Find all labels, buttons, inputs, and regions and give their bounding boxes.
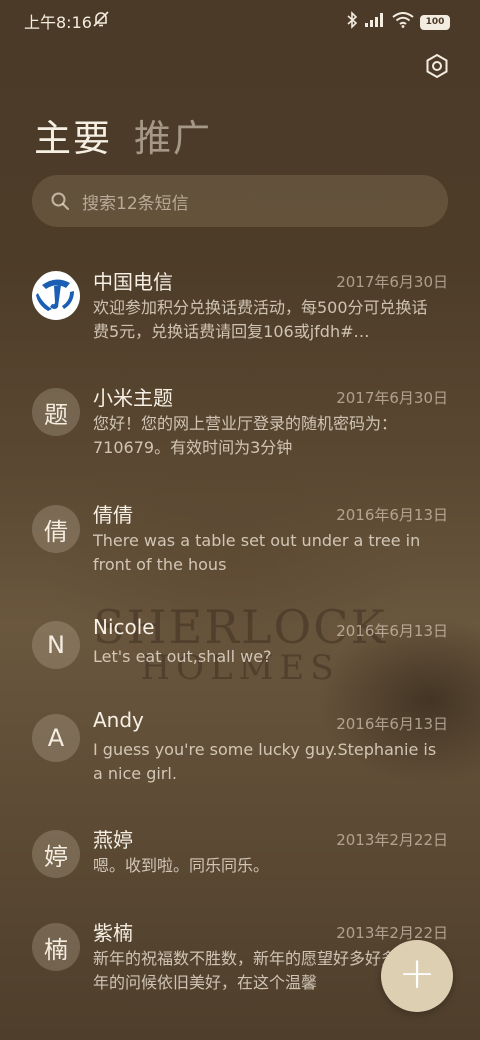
- message-date: 2016年6月13日: [336, 622, 448, 640]
- wifi-icon: [392, 12, 414, 32]
- message-snippet: 嗯。收到啦。同乐同乐。: [93, 856, 270, 875]
- gear-icon: [424, 53, 450, 83]
- contact-name: 小米主题: [93, 386, 173, 410]
- battery-icon: 100: [420, 14, 450, 30]
- contact-name: Andy: [93, 708, 144, 732]
- status-bar: 上午8:16 100: [0, 0, 480, 40]
- avatar: 婷: [32, 830, 80, 878]
- message-date: 2013年2月22日: [336, 831, 448, 849]
- message-snippet: I guess you're some lucky guy.Stephanie …: [93, 740, 437, 783]
- avatar: A: [32, 714, 80, 762]
- new-message-button[interactable]: +: [381, 940, 453, 1012]
- search-icon: [50, 191, 70, 211]
- avatar: [32, 269, 80, 323]
- china-telecom-logo-icon: [32, 269, 80, 323]
- contact-name: 燕婷: [93, 828, 133, 852]
- contact-name: 紫楠: [93, 921, 133, 945]
- message-date: 2017年6月30日: [336, 389, 448, 407]
- avatar: 题: [32, 388, 80, 436]
- plus-icon: +: [398, 948, 436, 999]
- folder-tabs: 主要 推广: [34, 108, 212, 162]
- signal-icon: [364, 12, 386, 32]
- message-date: 2016年6月13日: [336, 715, 448, 733]
- avatar: 倩: [32, 505, 80, 553]
- contact-name: 倩倩: [93, 503, 133, 527]
- tab-primary[interactable]: 主要: [34, 108, 112, 162]
- contact-name: 中国电信: [93, 270, 173, 294]
- contact-name: Nicole: [93, 615, 155, 639]
- avatar: N: [32, 621, 80, 669]
- message-snippet: Let's eat out,shall we?: [93, 647, 272, 666]
- do-not-disturb-icon: [92, 10, 110, 32]
- settings-button[interactable]: [421, 52, 453, 84]
- message-snippet: There was a table set out under a tree i…: [93, 531, 421, 574]
- tab-promotions[interactable]: 推广: [134, 108, 212, 162]
- search-placeholder: 搜索12条短信: [82, 193, 189, 214]
- search-bar[interactable]: 搜索12条短信: [32, 175, 448, 227]
- message-date: 2013年2月22日: [336, 924, 448, 942]
- message-date: 2016年6月13日: [336, 506, 448, 524]
- avatar: 楠: [32, 923, 80, 971]
- message-snippet: 欢迎参加积分兑换话费活动，每500分可兑换话费5元，兑换话费请回复106或jfd…: [93, 298, 428, 341]
- status-time: 上午8:16: [24, 13, 92, 32]
- message-date: 2017年6月30日: [336, 273, 448, 291]
- bluetooth-icon: [346, 11, 358, 33]
- message-snippet: 您好！您的网上营业厅登录的随机密码为：710679。有效时间为3分钟: [93, 414, 398, 457]
